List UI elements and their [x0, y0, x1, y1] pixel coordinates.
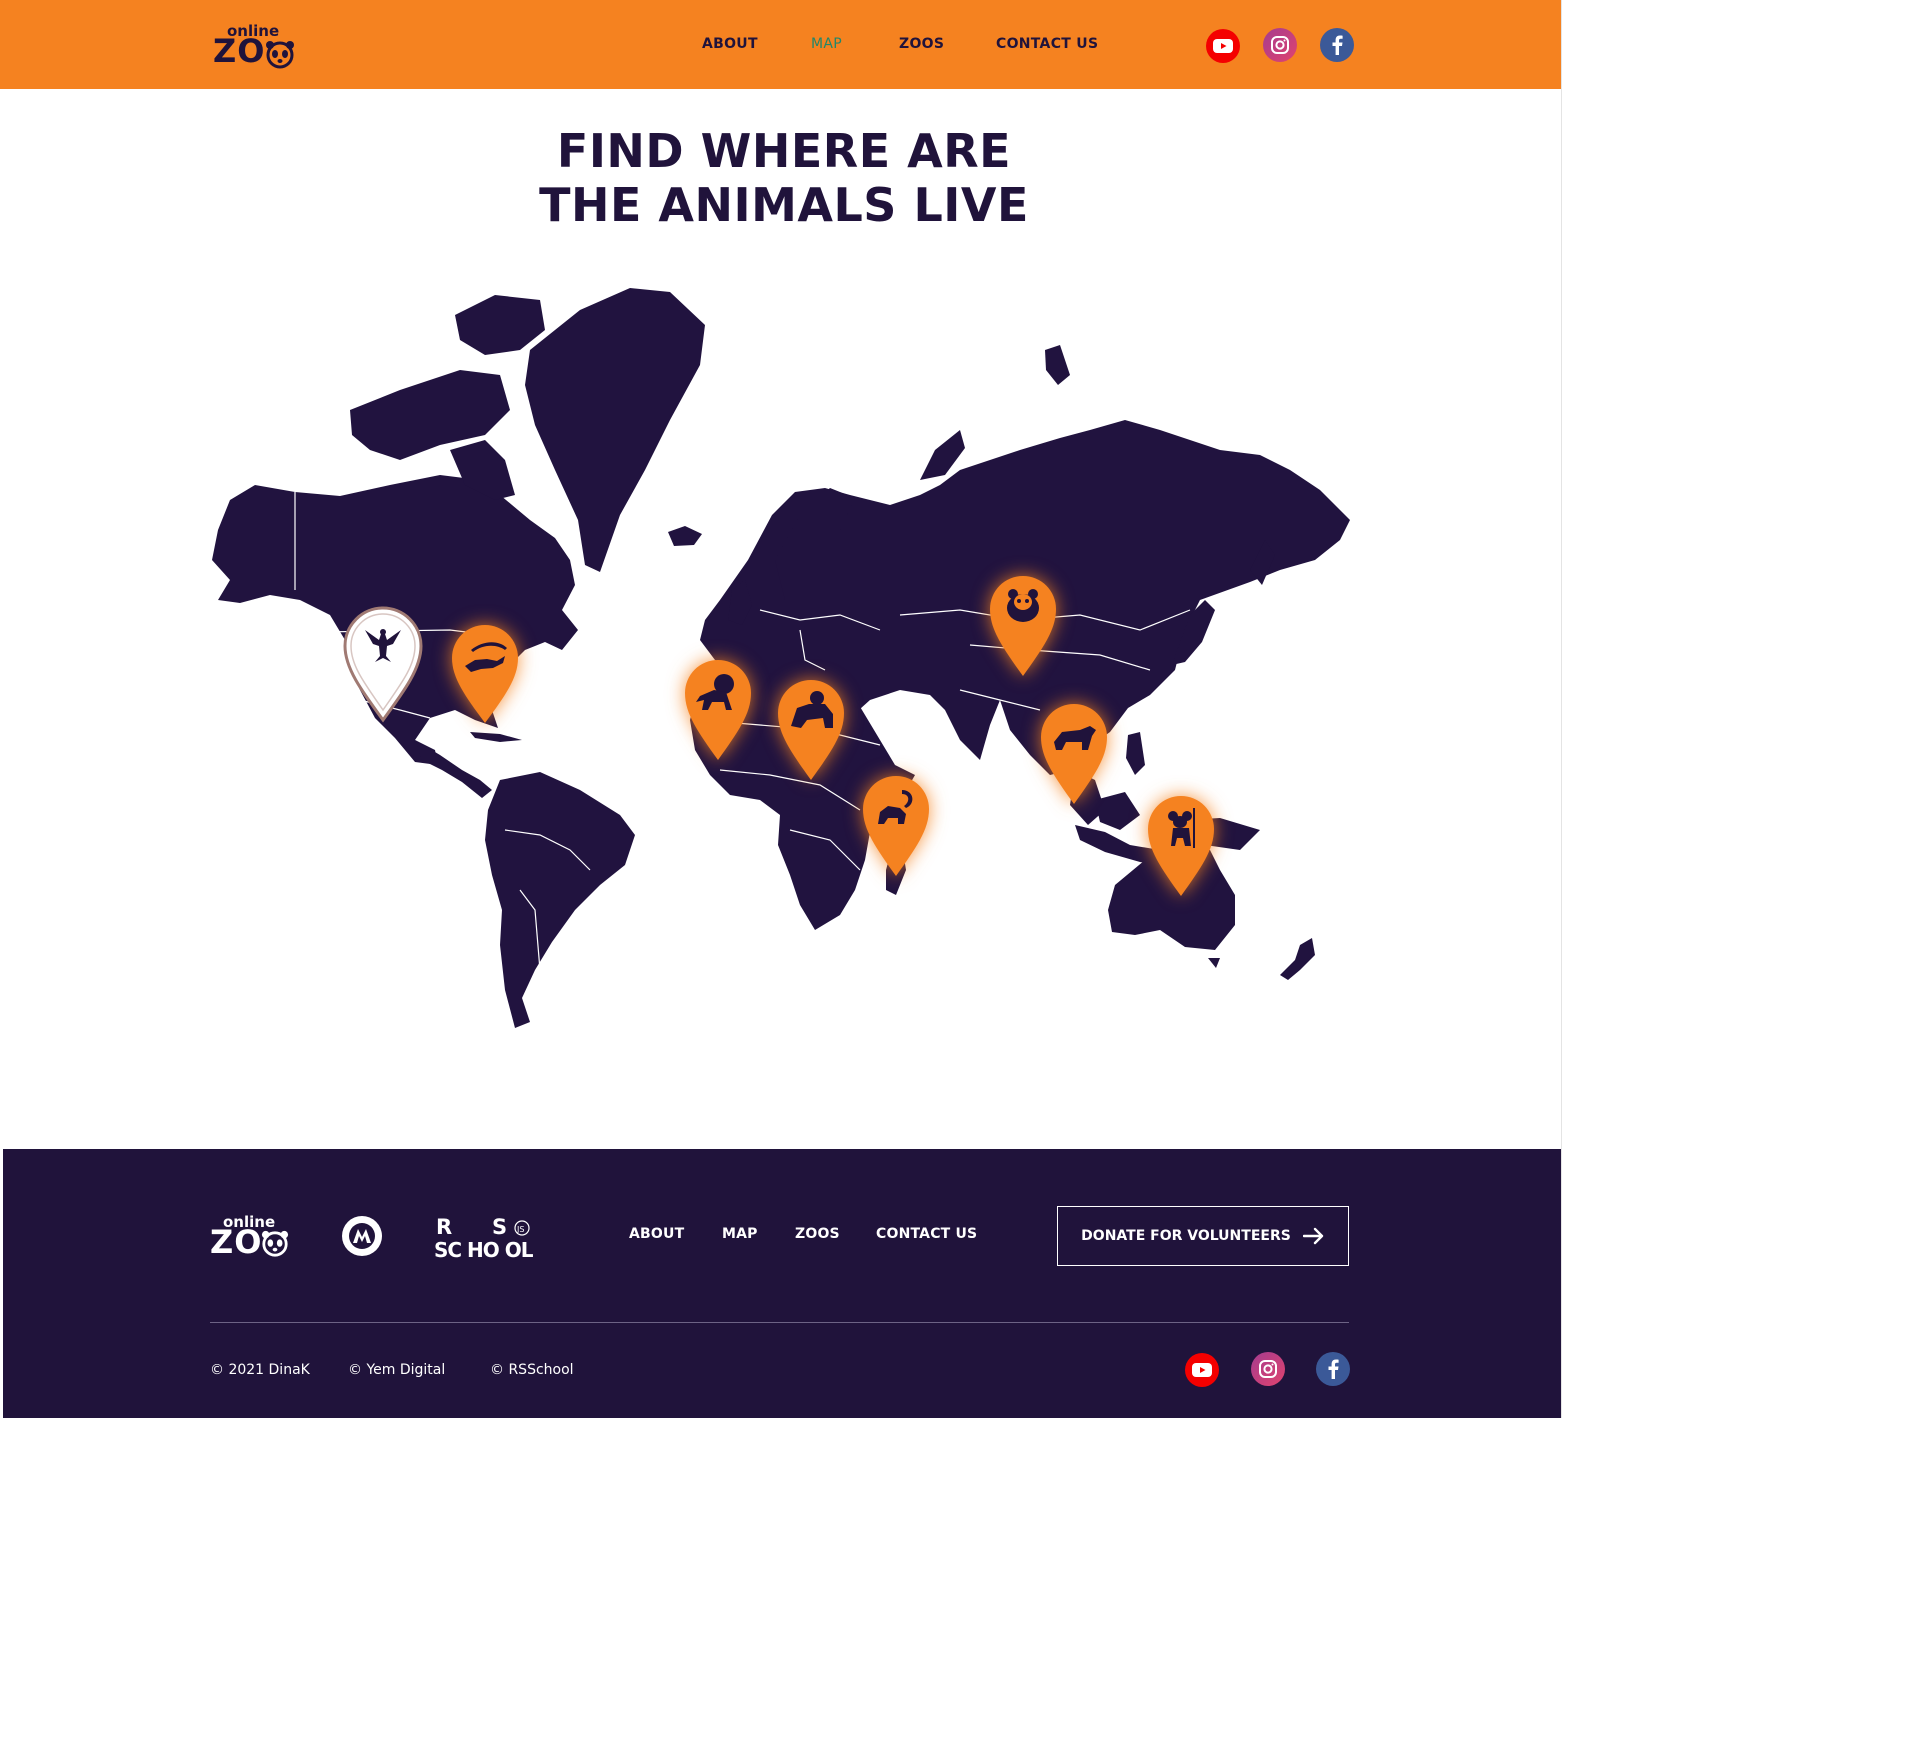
header-logo[interactable]: online ZO	[213, 20, 297, 70]
rsschool-logo[interactable]: R S JS SC HO OL	[434, 1214, 552, 1262]
copyright-rsschool: © RSSchool	[490, 1362, 574, 1378]
landmass-central-america	[415, 740, 492, 798]
donate-button[interactable]: DONATE FOR VOLUNTEERS	[1057, 1206, 1349, 1266]
nav-zoos[interactable]: ZOOS	[899, 36, 944, 52]
logo-big-text: ZO	[213, 32, 266, 70]
footer-nav-about[interactable]: ABOUT	[629, 1226, 684, 1242]
footer-youtube-icon[interactable]	[1185, 1353, 1219, 1387]
nav-map[interactable]: MAP	[811, 36, 842, 52]
landmass-new-zealand	[1280, 938, 1315, 980]
svg-text:S: S	[492, 1215, 507, 1239]
footer-logo-big-text: ZO	[210, 1223, 263, 1261]
footer-nav-contact-us[interactable]: CONTACT US	[876, 1226, 977, 1242]
landmass-tasmania	[1208, 958, 1220, 968]
map-pin-lemur[interactable]	[863, 776, 929, 876]
nav-about[interactable]: ABOUT	[702, 36, 758, 52]
footer-divider	[210, 1322, 1349, 1323]
copyright-dinak: © 2021 DinaK	[210, 1362, 310, 1378]
landmass-caribbean	[470, 732, 522, 742]
copyright-yem-digital: © Yem Digital	[348, 1362, 446, 1378]
landmass-iceland	[668, 526, 702, 546]
footer-logo[interactable]: online ZO	[210, 1213, 294, 1263]
nav-contact-us[interactable]: CONTACT US	[996, 36, 1098, 52]
landmass-philippines	[1126, 732, 1145, 775]
landmass-siberian-islands	[1045, 345, 1070, 385]
title-line-1: FIND WHERE ARE	[556, 124, 1012, 178]
footer-instagram-icon[interactable]	[1251, 1352, 1285, 1386]
instagram-icon[interactable]	[1263, 28, 1297, 62]
svg-text:SC HO OL: SC HO OL	[434, 1238, 534, 1262]
title-line-2: THE ANIMALS LIVE	[539, 178, 1029, 232]
pin-shape	[863, 776, 929, 876]
footer-nav-zoos[interactable]: ZOOS	[795, 1226, 840, 1242]
footer-facebook-icon[interactable]	[1316, 1352, 1350, 1386]
footer-nav-map[interactable]: MAP	[722, 1226, 758, 1242]
svg-text:R: R	[436, 1215, 452, 1239]
youtube-icon[interactable]	[1206, 29, 1240, 63]
world-map	[212, 288, 1350, 1028]
donate-button-label: DONATE FOR VOLUNTEERS	[1081, 1228, 1291, 1244]
arrow-right-icon	[1302, 1227, 1324, 1245]
landmass-arctic-north	[455, 295, 545, 355]
yem-digital-logo-icon[interactable]	[341, 1215, 383, 1257]
panda-logo-icon	[266, 41, 294, 69]
footer-panda-logo-icon	[261, 1230, 289, 1257]
svg-text:JS: JS	[516, 1225, 524, 1234]
landmass-south-america	[485, 772, 635, 1028]
landmass-borneo	[1095, 792, 1140, 830]
facebook-icon[interactable]	[1320, 28, 1354, 62]
page-title: FIND WHERE ARE THE ANIMALS LIVE	[0, 124, 1568, 232]
